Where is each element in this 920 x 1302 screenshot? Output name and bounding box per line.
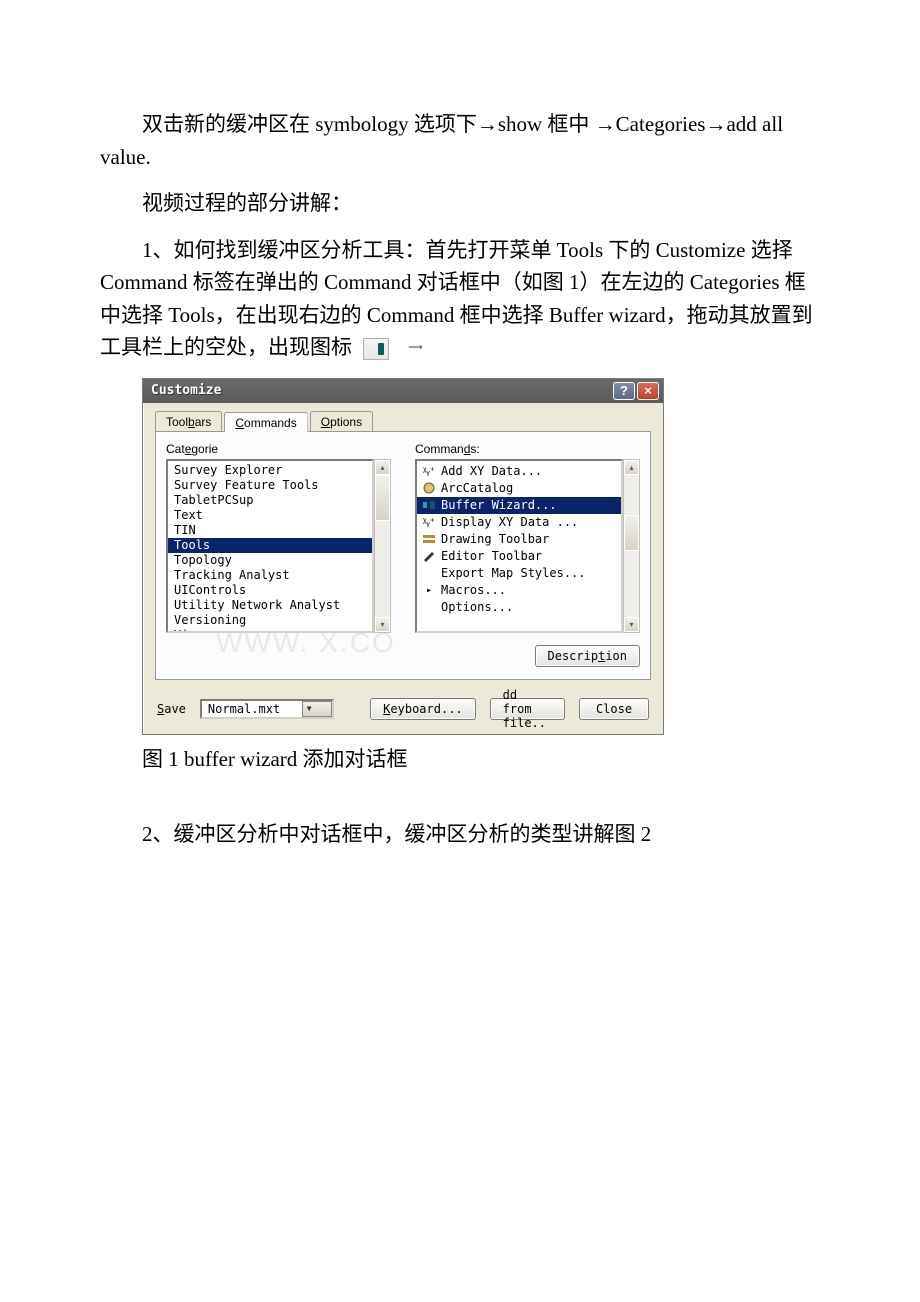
close-button[interactable]: Close [579, 698, 649, 720]
paragraph-1: 双击新的缓冲区在 symbology 选项下→show 框中 →Categori… [100, 108, 820, 173]
figure-1-caption: 图 1 buffer wizard 添加对话框 [100, 743, 820, 777]
list-item[interactable]: TIN [168, 523, 372, 538]
list-item[interactable]: Versioning [168, 613, 372, 628]
list-item[interactable]: View [168, 628, 372, 633]
paragraph-2: 视频过程的部分讲解： [100, 187, 820, 220]
customize-dialog: Customize ? × Toolbars Commands Options [142, 378, 664, 735]
scroll-down-icon[interactable]: ▾ [624, 617, 639, 632]
add-from-file-button[interactable]: dd from file.. [490, 698, 565, 720]
dialog-tabs: Toolbars Commands Options [155, 411, 651, 432]
list-item[interactable]: ArcCatalog [417, 480, 621, 497]
list-item[interactable]: Survey Feature Tools [168, 478, 372, 493]
buffer-icon [421, 498, 437, 512]
tab-commands[interactable]: Commands [224, 412, 307, 432]
commands-scrollbar[interactable]: ▴ ▾ [623, 459, 640, 633]
arccatalog-icon [421, 481, 437, 495]
command-label: Add XY Data... [441, 464, 542, 479]
tab-toolbars[interactable]: Toolbars [155, 411, 222, 431]
command-label: Editor Toolbar [441, 549, 542, 564]
list-item[interactable]: UIControls [168, 583, 372, 598]
xy-plus-icon: ᵡᵧ⁺ [421, 464, 437, 479]
save-in-label: Save [157, 702, 186, 716]
command-label: Display XY Data ... [441, 515, 578, 530]
commands-listbox[interactable]: ᵡᵧ⁺ Add XY Data... ArcCatalog Buffer Wizard… [415, 459, 623, 633]
toolbar-icon [421, 532, 437, 546]
buffer-wizard-toolbar-icon [363, 338, 389, 360]
tab-options[interactable]: Options [310, 411, 373, 431]
command-label: Export Map Styles... [441, 566, 586, 581]
list-item[interactable]: Tools [168, 538, 372, 553]
list-item[interactable]: Drawing Toolbar [417, 531, 621, 548]
close-icon[interactable]: × [637, 382, 659, 400]
paragraph-3: 1、如何找到缓冲区分析工具：首先打开菜单 Tools 下的 Customize … [100, 234, 820, 364]
command-label: Options... [441, 600, 513, 615]
list-item[interactable]: Export Map Styles... [417, 565, 621, 582]
list-item[interactable]: ᵡᵧ⁺ Display XY Data ... [417, 514, 621, 531]
categories-column: Categorie Survey ExplorerSurvey Feature … [166, 442, 391, 633]
list-item[interactable]: Editor Toolbar [417, 548, 621, 565]
list-item[interactable]: ᵡᵧ⁺ Add XY Data... [417, 463, 621, 480]
tab-commands-underline: C [235, 416, 244, 430]
scroll-up-icon[interactable]: ▴ [375, 460, 390, 475]
list-item[interactable]: Tracking Analyst [168, 568, 372, 583]
dialog-bottom-row: Save Normal.mxt ▼ Keyboard... dd from fi… [155, 698, 651, 720]
scroll-down-icon[interactable]: ▾ [375, 617, 390, 632]
list-item[interactable]: Options... [417, 599, 621, 616]
list-item[interactable]: Buffer Wizard... [417, 497, 621, 514]
command-label: Macros... [441, 583, 506, 598]
command-label: Drawing Toolbar [441, 532, 549, 547]
chevron-down-icon[interactable]: ▼ [302, 701, 332, 717]
paragraph-3-text: 1、如何找到缓冲区分析工具：首先打开菜单 Tools 下的 Customize … [100, 238, 813, 360]
paragraph-4: 2、缓冲区分析中对话框中，缓冲区分析的类型讲解图 2 [100, 818, 820, 851]
tab-panel-commands: Categorie Survey ExplorerSurvey Feature … [155, 432, 651, 680]
dialog-title: Customize [151, 383, 611, 398]
scroll-thumb[interactable] [624, 515, 639, 551]
command-label: Buffer Wizard... [441, 498, 557, 513]
commands-column: Commands: ᵡᵧ⁺ Add XY Data... ArcCatalog Buf… [415, 442, 640, 633]
help-button[interactable]: ? [613, 382, 635, 400]
editor-icon [421, 549, 437, 563]
list-item[interactable]: Topology [168, 553, 372, 568]
commands-label: Commands: [415, 442, 640, 456]
scroll-up-icon[interactable]: ▴ [624, 460, 639, 475]
categories-scrollbar[interactable]: ▴ ▾ [374, 459, 391, 633]
list-item[interactable]: Utility Network Analyst [168, 598, 372, 613]
categories-label: Categorie [166, 442, 391, 456]
list-item[interactable]: TabletPCSup [168, 493, 372, 508]
save-in-value: Normal.mxt [202, 702, 302, 716]
list-item[interactable]: Survey Explorer [168, 463, 372, 478]
list-item[interactable]: Text [168, 508, 372, 523]
description-button[interactable]: Description [535, 645, 641, 667]
save-in-combo[interactable]: Normal.mxt ▼ [200, 699, 334, 719]
categories-listbox[interactable]: Survey ExplorerSurvey Feature ToolsTable… [166, 459, 374, 633]
xy-plus-icon: ᵡᵧ⁺ [421, 515, 437, 530]
list-item[interactable]: ▸ Macros... [417, 582, 621, 599]
keyboard-button[interactable]: Keyboard... [370, 698, 475, 720]
dialog-titlebar: Customize ? × [143, 379, 663, 403]
scroll-thumb[interactable] [375, 475, 390, 521]
arrow-icon: ▸ [421, 583, 437, 598]
command-label: ArcCatalog [441, 481, 513, 496]
